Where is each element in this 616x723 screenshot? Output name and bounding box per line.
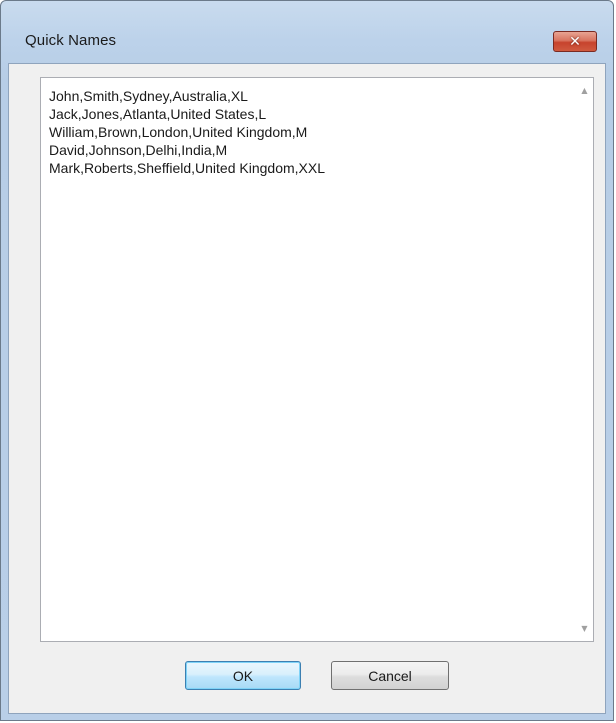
names-textarea[interactable]: John,Smith,Sydney,Australia,XL Jack,Jone… xyxy=(40,77,594,642)
names-text[interactable]: John,Smith,Sydney,Australia,XL Jack,Jone… xyxy=(49,87,569,177)
title-bar[interactable] xyxy=(1,1,613,31)
dialog-window: Quick Names ✕ John,Smith,Sydney,Australi… xyxy=(0,0,614,721)
cancel-button[interactable]: Cancel xyxy=(331,661,449,690)
scroll-up-arrow-icon[interactable]: ▲ xyxy=(576,82,593,99)
close-button[interactable]: ✕ xyxy=(553,31,597,52)
ok-button[interactable]: OK xyxy=(185,661,301,690)
vertical-scrollbar[interactable]: ▲ ▼ xyxy=(576,78,593,641)
dialog-client-area: John,Smith,Sydney,Australia,XL Jack,Jone… xyxy=(8,63,606,714)
scroll-down-arrow-icon[interactable]: ▼ xyxy=(576,620,593,637)
dialog-title: Quick Names xyxy=(25,32,117,49)
close-icon: ✕ xyxy=(569,33,581,50)
